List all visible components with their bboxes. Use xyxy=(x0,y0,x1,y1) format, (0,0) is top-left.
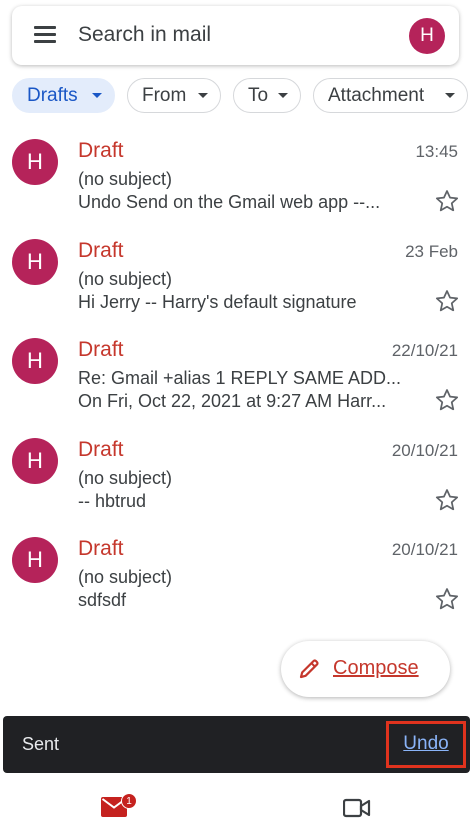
filter-chip-label: To xyxy=(248,85,269,106)
mail-snippet: sdfsdf xyxy=(78,590,127,610)
filter-chip-label: From xyxy=(142,85,187,106)
snackbar-message: Sent xyxy=(22,734,60,754)
filter-chip-to[interactable]: To xyxy=(233,78,301,113)
account-avatar[interactable]: H xyxy=(409,18,445,54)
mail-list-item[interactable]: H Draft 20/10/21 (no subject) sdfsdf xyxy=(0,528,474,628)
sent-snackbar: Sent Undo xyxy=(3,716,470,773)
mail-sender: Draft xyxy=(78,437,124,461)
gmail-drafts-screen: Search in mail H Drafts From To Attachme… xyxy=(0,0,474,832)
filter-chip-attachment[interactable]: Attachment xyxy=(313,78,468,113)
mail-subject: (no subject) xyxy=(78,268,173,289)
bottom-navigation: 1 xyxy=(0,782,474,832)
mail-snippet: Hi Jerry -- Harry's default signature xyxy=(78,291,357,312)
dropdown-caret-icon xyxy=(198,93,208,98)
filter-chip-from[interactable]: From xyxy=(127,78,221,113)
mail-subject: (no subject) xyxy=(78,467,173,488)
sender-avatar[interactable]: H xyxy=(12,139,58,185)
mail-list-item[interactable]: H Draft 22/10/21 Re: Gmail +alias 1 REPL… xyxy=(0,329,474,429)
search-bar[interactable]: Search in mail H xyxy=(12,6,459,65)
mail-list: H Draft 13:45 (no subject) Undo Send on … xyxy=(0,130,474,628)
compose-label: Compose xyxy=(333,657,419,679)
mail-subject: Re: Gmail +alias 1 REPLY SAME ADD... xyxy=(78,368,401,388)
mail-sender: Draft xyxy=(78,537,124,560)
star-icon[interactable] xyxy=(434,586,460,612)
mail-date: 20/10/21 xyxy=(391,540,458,559)
mail-list-item[interactable]: H Draft 23 Feb (no subject) Hi Jerry -- … xyxy=(0,230,474,330)
mail-snippet: On Fri, Oct 22, 2021 at 9:27 AM Harr... xyxy=(78,391,387,411)
mail-date: 13:45 xyxy=(415,142,458,161)
sender-avatar[interactable]: H xyxy=(12,338,58,384)
mail-sender: Draft xyxy=(78,238,124,262)
mail-sender: Draft xyxy=(78,338,124,361)
search-input[interactable]: Search in mail xyxy=(78,23,211,47)
unread-count-badge: 1 xyxy=(121,793,137,809)
star-icon[interactable] xyxy=(434,387,460,413)
compose-button[interactable]: Compose xyxy=(281,641,450,697)
sender-avatar[interactable]: H xyxy=(12,437,58,484)
mail-date: 22/10/21 xyxy=(391,341,458,360)
star-icon[interactable] xyxy=(434,188,460,214)
star-icon[interactable] xyxy=(434,487,460,513)
dropdown-caret-icon xyxy=(92,93,102,98)
dropdown-caret-icon xyxy=(278,93,288,98)
undo-button[interactable]: Undo xyxy=(386,721,466,768)
mail-subject: (no subject) xyxy=(78,169,173,189)
mail-snippet: -- hbtrud xyxy=(78,490,147,511)
sender-avatar[interactable]: H xyxy=(12,537,58,583)
mail-subject: (no subject) xyxy=(78,567,173,587)
undo-label: Undo xyxy=(403,733,449,754)
pencil-icon xyxy=(299,659,319,679)
hamburger-menu-icon[interactable] xyxy=(34,26,56,44)
mail-snippet: Undo Send on the Gmail web app --... xyxy=(78,192,381,212)
mail-date: 23 Feb xyxy=(405,241,458,261)
mail-sender: Draft xyxy=(78,139,124,162)
filter-chip-label: Attachment xyxy=(328,85,425,106)
mail-date: 20/10/21 xyxy=(391,440,458,460)
mail-list-item[interactable]: H Draft 13:45 (no subject) Undo Send on … xyxy=(0,130,474,230)
filter-chips: Drafts From To Attachment xyxy=(12,78,474,114)
dropdown-caret-icon xyxy=(445,93,455,98)
sender-avatar[interactable]: H xyxy=(12,238,58,285)
mail-list-item[interactable]: H Draft 20/10/21 (no subject) -- hbtrud xyxy=(0,429,474,529)
video-camera-icon[interactable] xyxy=(343,798,371,818)
filter-chip-label: Drafts xyxy=(27,85,78,106)
filter-chip-drafts[interactable]: Drafts xyxy=(12,78,115,113)
star-icon[interactable] xyxy=(434,288,460,314)
